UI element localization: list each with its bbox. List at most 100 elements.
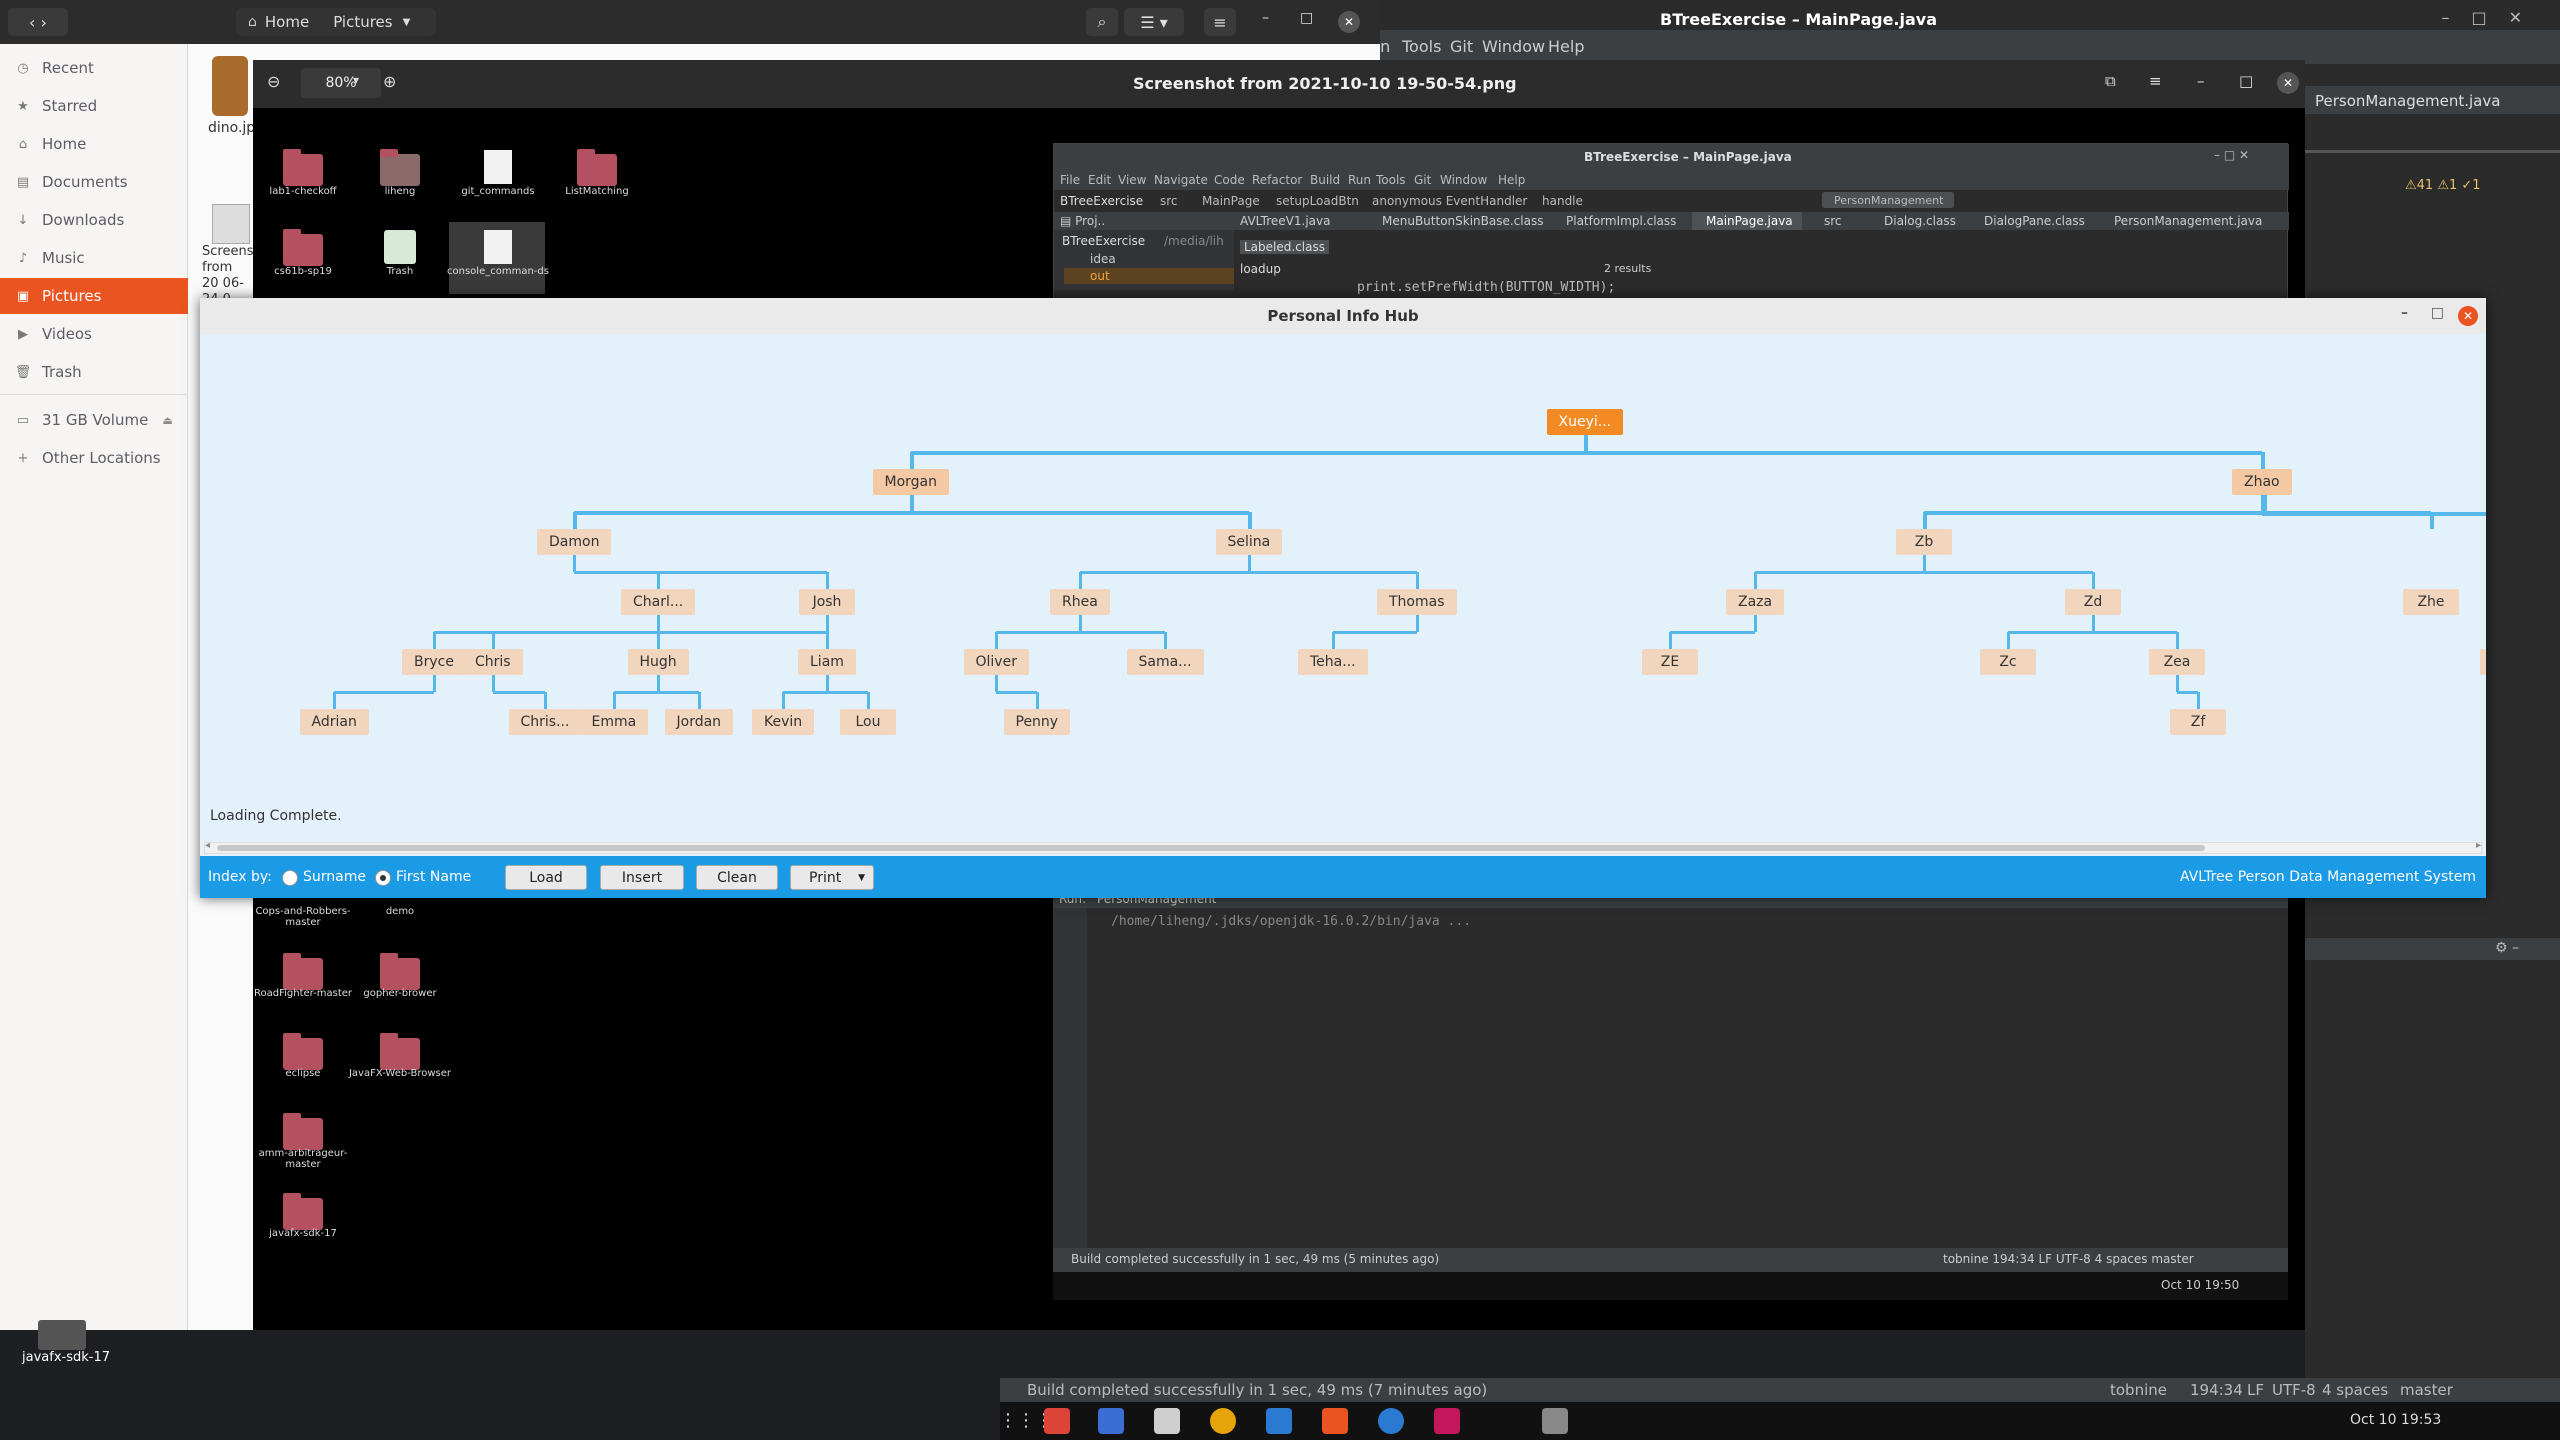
print-menu-button[interactable]: Print ▼ — [790, 865, 874, 890]
inner-menu-navigate[interactable]: Navigate — [1154, 173, 1208, 187]
tree-node[interactable]: Jordan — [664, 709, 734, 735]
minimize-icon[interactable]: – — [2401, 305, 2408, 321]
desktop-item-label[interactable]: javafx-sdk-17 — [22, 1350, 110, 1365]
crumb-src[interactable]: src — [1160, 194, 1178, 208]
thunderbird-icon[interactable] — [1098, 1408, 1124, 1434]
radio-first-name-label[interactable]: First Name — [396, 869, 471, 885]
maximize-icon[interactable]: □ — [1300, 10, 1313, 26]
document-icon[interactable] — [484, 230, 512, 264]
tree-node[interactable]: Sama... — [1126, 649, 1204, 675]
tree-node[interactable]: Bryce — [402, 649, 466, 675]
close-icon[interactable]: ✕ — [2277, 72, 2299, 94]
fullscreen-icon[interactable]: ⧉ — [2105, 72, 2116, 90]
sidebar-item-other-locations[interactable]: + Other Locations — [0, 440, 188, 476]
tree-node[interactable]: Charl... — [621, 589, 696, 615]
maximize-icon[interactable]: □ — [2431, 305, 2444, 321]
menu-icon[interactable]: ≡ — [1204, 8, 1236, 36]
tree-node[interactable]: Kevin — [752, 709, 815, 735]
close-icon[interactable]: ✕ — [2458, 306, 2478, 326]
tree-node[interactable]: Zhao — [2232, 469, 2292, 495]
eject-icon[interactable]: ⏏ — [162, 414, 172, 427]
ide-menu-git[interactable]: Git — [1450, 37, 1473, 56]
view-toggle[interactable]: ☰ ▾ — [1124, 8, 1184, 36]
search-field[interactable]: loadup — [1240, 262, 1281, 276]
document-icon[interactable] — [484, 150, 512, 184]
inner-menu-refactor[interactable]: Refactor — [1252, 173, 1302, 187]
inner-menu-edit[interactable]: Edit — [1088, 173, 1111, 187]
crumb-mainpage[interactable]: MainPage — [1202, 194, 1260, 208]
ide-menu-tools[interactable]: Tools — [1402, 37, 1441, 56]
tab-dialogpane[interactable]: DialogPane.class — [1984, 214, 2085, 228]
tab-personmanagement[interactable]: PersonManagement.java — [2114, 214, 2262, 228]
sidebar-item-videos[interactable]: ▶ Videos — [0, 316, 188, 352]
ide-window-controls[interactable]: –□✕ — [2441, 8, 2544, 27]
tree-node[interactable]: Zc — [1980, 649, 2036, 675]
inner-menu-window[interactable]: Window — [1440, 173, 1487, 187]
project-out[interactable]: out — [1090, 269, 1110, 283]
files-icon[interactable] — [1154, 1408, 1180, 1434]
writer-icon[interactable] — [1266, 1408, 1292, 1434]
radio-surname[interactable] — [282, 870, 298, 886]
sidebar-item-recent[interactable]: ◷ Recent — [0, 50, 188, 86]
chevron-down-icon[interactable]: ▼ — [403, 17, 411, 28]
inner-menu-run[interactable]: Run — [1348, 173, 1371, 187]
folder-icon[interactable] — [283, 1193, 323, 1230]
tree-node[interactable]: Zhe — [2403, 589, 2459, 615]
tab-platformimpl[interactable]: PlatformImpl.class — [1566, 214, 1676, 228]
intellij-icon[interactable] — [1434, 1408, 1460, 1434]
sidebar-item-documents[interactable]: ▤ Documents — [0, 164, 188, 200]
gear-icon[interactable]: ⚙ – — [2495, 940, 2519, 956]
tab-avltree[interactable]: AVLTreeV1.java — [1240, 214, 1331, 228]
tree-node[interactable]: Penny — [1003, 709, 1071, 735]
zoom-in-icon[interactable]: ⊕ — [383, 72, 396, 91]
close-icon[interactable]: ✕ — [1338, 11, 1360, 33]
project-idea[interactable]: idea — [1090, 252, 1116, 266]
path-home[interactable]: Home — [265, 13, 309, 31]
sidebar-item-starred[interactable]: ★ Starred — [0, 88, 188, 124]
help-icon[interactable] — [1378, 1408, 1404, 1434]
scrollbar-thumb[interactable] — [217, 845, 2205, 851]
crumb-project[interactable]: BTreeExercise — [1060, 194, 1143, 208]
tab-mainpage[interactable]: MainPage.java — [1706, 214, 1793, 228]
tree-node[interactable]: ZE — [1642, 649, 1698, 675]
folder-icon[interactable] — [38, 1320, 86, 1350]
sidebar-item-pictures[interactable]: ▣ Pictures — [0, 278, 188, 314]
back-forward-buttons[interactable]: ‹ › — [8, 8, 68, 36]
project-tab[interactable]: ▤ Proj.. — [1060, 214, 1105, 228]
tree-node[interactable]: Damon — [537, 529, 612, 555]
inner-menu-build[interactable]: Build — [1310, 173, 1340, 187]
load-button[interactable]: Load — [505, 865, 587, 890]
tree-node[interactable]: Oliver — [963, 649, 1029, 675]
run-config[interactable]: PersonManagement — [1834, 194, 1943, 207]
tree-node[interactable]: Zea — [2149, 649, 2205, 675]
path-bar[interactable]: ⌂ Home Pictures ▼ — [236, 8, 436, 36]
tree-node[interactable]: Selina — [1215, 529, 1283, 555]
minimize-icon[interactable]: – — [1262, 10, 1269, 26]
inner-menu-file[interactable]: File — [1060, 173, 1080, 187]
inner-menu-view[interactable]: View — [1118, 173, 1146, 187]
ide-menu-window[interactable]: Window — [1482, 37, 1545, 56]
inner-menu-help[interactable]: Help — [1498, 173, 1525, 187]
chrome-icon[interactable] — [1044, 1408, 1070, 1434]
tree-node[interactable]: Lou — [840, 709, 896, 735]
image-viewer-icon[interactable] — [1542, 1408, 1568, 1434]
inner-menu-code[interactable]: Code — [1214, 173, 1245, 187]
clock[interactable]: Oct 10 19:53 — [2350, 1412, 2441, 1428]
folder-icon[interactable] — [283, 149, 323, 186]
project-root[interactable]: BTreeExercise — [1062, 234, 1145, 248]
horizontal-scrollbar[interactable]: ◂ ▸ — [204, 840, 2482, 854]
ide-menu-help[interactable]: Help — [1548, 37, 1584, 56]
tree-node[interactable]: Zb — [1896, 529, 1952, 555]
folder-icon[interactable] — [577, 149, 617, 186]
inner-menu-git[interactable]: Git — [1414, 173, 1431, 187]
tree-node[interactable]: Zaza — [1726, 589, 1785, 615]
scroll-left-icon[interactable]: ◂ — [205, 840, 210, 851]
tab-src[interactable]: src — [1824, 214, 1842, 228]
software-icon[interactable] — [1322, 1408, 1348, 1434]
trash-icon[interactable] — [384, 230, 416, 264]
path-pictures[interactable]: Pictures — [333, 13, 392, 31]
sidebar-item-volume[interactable]: ▭ 31 GB Volume ⏏ — [0, 402, 188, 438]
insert-button[interactable]: Insert — [600, 865, 684, 890]
window-controls[interactable]: – □ ✕ — [2214, 148, 2249, 162]
tree-node[interactable]: Thomas — [1377, 589, 1457, 615]
